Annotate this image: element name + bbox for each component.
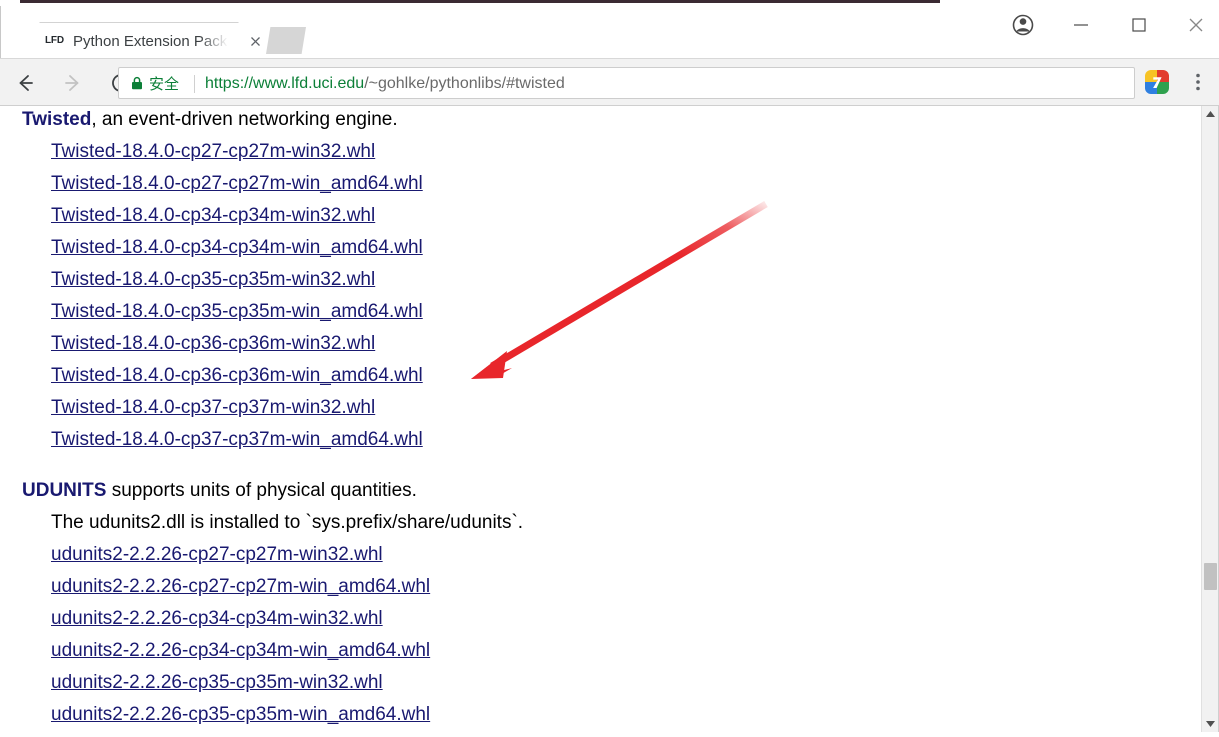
browser-tab-active[interactable]: LFD Python Extension Pack [18,22,258,61]
window-close-button[interactable] [1173,3,1219,47]
window-maximize-button[interactable] [1116,3,1162,47]
vertical-scrollbar[interactable] [1201,106,1219,732]
package-name: Twisted [22,109,92,130]
download-link[interactable]: udunits2-2.2.26-cp35-cp35m-win32.whl [0,673,383,692]
package-description: supports units of physical quantities. [106,480,417,501]
download-link[interactable]: udunits2-2.2.26-cp27-cp27m-win_amd64.whl [0,577,430,596]
profile-avatar-icon[interactable] [1000,3,1046,47]
download-link[interactable]: Twisted-18.4.0-cp37-cp37m-win32.whl [0,398,375,417]
omnibox-divider [194,75,195,93]
address-bar[interactable]: 安全 https://www.lfd.uci.edu/~gohlke/pytho… [118,67,1135,99]
download-link[interactable]: Twisted-18.4.0-cp27-cp27m-win_amd64.whl [0,174,423,193]
download-link[interactable]: udunits2-2.2.26-cp35-cp35m-win_amd64.whl [0,705,430,724]
tab-close-icon[interactable] [247,33,264,50]
download-link[interactable]: Twisted-18.4.0-cp35-cp35m-win32.whl [0,270,375,289]
scroll-down-arrow-icon[interactable] [1202,715,1219,732]
back-arrow-icon[interactable] [9,67,41,99]
url-display: https://www.lfd.uci.edu/~gohlke/pythonli… [205,73,565,95]
scrollbar-thumb[interactable] [1204,563,1217,590]
download-link[interactable]: Twisted-18.4.0-cp36-cp36m-win32.whl [0,334,375,353]
package-name: UDUNITS [22,480,107,501]
lock-icon [131,76,143,90]
window-left-edge [0,6,1,61]
browser-toolbar: 安全 https://www.lfd.uci.edu/~gohlke/pytho… [0,58,1219,106]
package-section-udunits: UDUNITS supports units of physical quant… [0,481,1190,732]
security-status-label: 安全 [149,75,180,93]
url-path: /~gohlke/pythonlibs/#twisted [364,75,565,92]
download-link[interactable]: udunits2-2.2.26-cp27-cp27m-win32.whl [0,545,383,564]
scroll-up-arrow-icon[interactable] [1202,106,1219,123]
package-section-twisted: Twisted, an event-driven networking engi… [0,106,1190,449]
new-tab-button[interactable] [266,27,306,54]
download-link-highlighted[interactable]: Twisted-18.4.0-cp36-cp36m-win_amd64.whl [0,366,423,385]
download-link[interactable]: Twisted-18.4.0-cp35-cp35m-win_amd64.whl [0,302,423,321]
page-viewport: Twisted, an event-driven networking engi… [0,106,1219,732]
window-minimize-button[interactable] [1058,3,1104,47]
download-link[interactable]: Twisted-18.4.0-cp34-cp34m-win_amd64.whl [0,238,423,257]
download-link[interactable]: udunits2-2.2.26-cp34-cp34m-win_amd64.whl [0,641,430,660]
extension-2345-icon[interactable] [1145,70,1169,94]
package-note: The udunits2.dll is installed to `sys.pr… [51,512,524,533]
download-link[interactable]: Twisted-18.4.0-cp27-cp27m-win32.whl [0,142,375,161]
download-link[interactable]: udunits2-2.2.26-cp34-cp34m-win32.whl [0,609,383,628]
tab-title: Python Extension Pack [73,33,228,50]
download-link[interactable]: Twisted-18.4.0-cp37-cp37m-win_amd64.whl [0,430,423,449]
package-description: , an event-driven networking engine. [91,109,398,130]
page-content: Twisted, an event-driven networking engi… [0,106,1190,732]
package-heading: UDUNITS supports units of physical quant… [0,481,1190,500]
package-heading: Twisted, an event-driven networking engi… [0,110,1190,129]
browser-menu-icon[interactable] [1186,70,1210,94]
tab-favicon-lfd: LFD [45,35,64,46]
forward-arrow-icon [57,67,89,99]
download-link[interactable]: Twisted-18.4.0-cp34-cp34m-win32.whl [0,206,375,225]
browser-window: LFD Python Extension Pack 安全 https://www… [0,0,1219,732]
url-origin: https://www.lfd.uci.edu [205,75,365,92]
